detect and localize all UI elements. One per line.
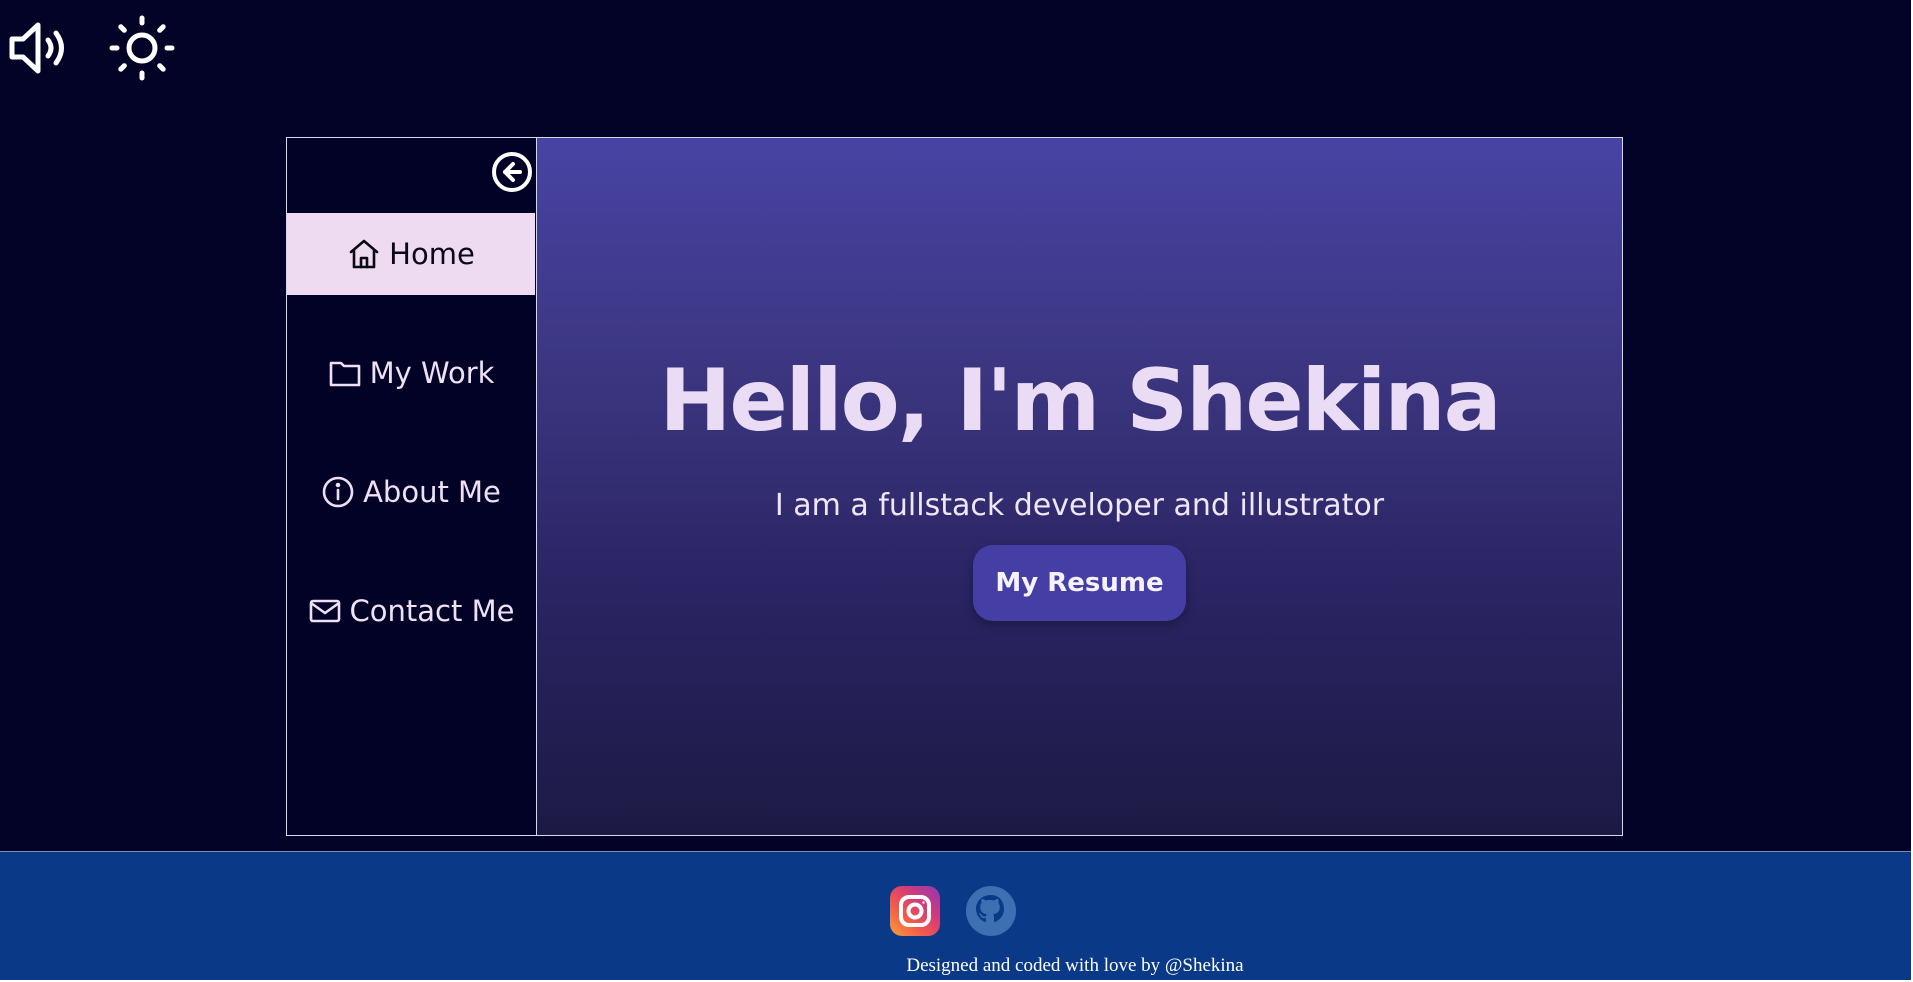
footer-credit: Designed and coded with love by @Shekina bbox=[906, 955, 1244, 976]
sun-icon bbox=[109, 15, 175, 81]
info-icon bbox=[322, 476, 354, 508]
sidebar-item-label: Contact Me bbox=[349, 594, 515, 628]
instagram-icon bbox=[899, 895, 931, 927]
sidebar-item-about-me[interactable]: About Me bbox=[287, 451, 535, 533]
github-icon bbox=[976, 895, 1004, 922]
page: Home My Work About Me Contact Me Hello, … bbox=[0, 0, 1911, 980]
sidebar: Home My Work About Me Contact Me bbox=[287, 138, 537, 835]
home-icon bbox=[349, 239, 379, 269]
sidebar-nav: Home My Work About Me Contact Me bbox=[287, 213, 535, 689]
mail-icon bbox=[309, 599, 340, 623]
sidebar-item-contact-me[interactable]: Contact Me bbox=[287, 570, 535, 652]
social-links bbox=[890, 886, 1016, 936]
footer: Designed and coded with love by @Shekina bbox=[0, 851, 1911, 980]
sidebar-item-home[interactable]: Home bbox=[287, 213, 535, 295]
sidebar-item-my-work[interactable]: My Work bbox=[287, 332, 535, 414]
sidebar-item-label: My Work bbox=[369, 356, 495, 390]
github-link[interactable] bbox=[966, 886, 1016, 936]
hero-subtitle: I am a fullstack developer and illustrat… bbox=[774, 488, 1385, 523]
sound-toggle-button[interactable] bbox=[6, 12, 78, 84]
top-controls bbox=[0, 12, 178, 84]
arrow-left-circle-icon bbox=[492, 152, 532, 192]
sidebar-item-label: About Me bbox=[363, 475, 501, 509]
theme-toggle-button[interactable] bbox=[106, 12, 178, 84]
hero-title: Hello, I'm Shekina bbox=[659, 351, 1501, 451]
hero-section: Hello, I'm Shekina I am a fullstack deve… bbox=[537, 138, 1622, 835]
instagram-link[interactable] bbox=[890, 886, 940, 936]
folder-icon bbox=[329, 361, 360, 387]
collapse-sidebar-button[interactable] bbox=[491, 151, 533, 193]
sidebar-item-label: Home bbox=[389, 237, 475, 271]
main-frame: Home My Work About Me Contact Me Hello, … bbox=[286, 137, 1623, 836]
speaker-icon bbox=[9, 22, 64, 74]
resume-button[interactable]: My Resume bbox=[973, 545, 1186, 621]
